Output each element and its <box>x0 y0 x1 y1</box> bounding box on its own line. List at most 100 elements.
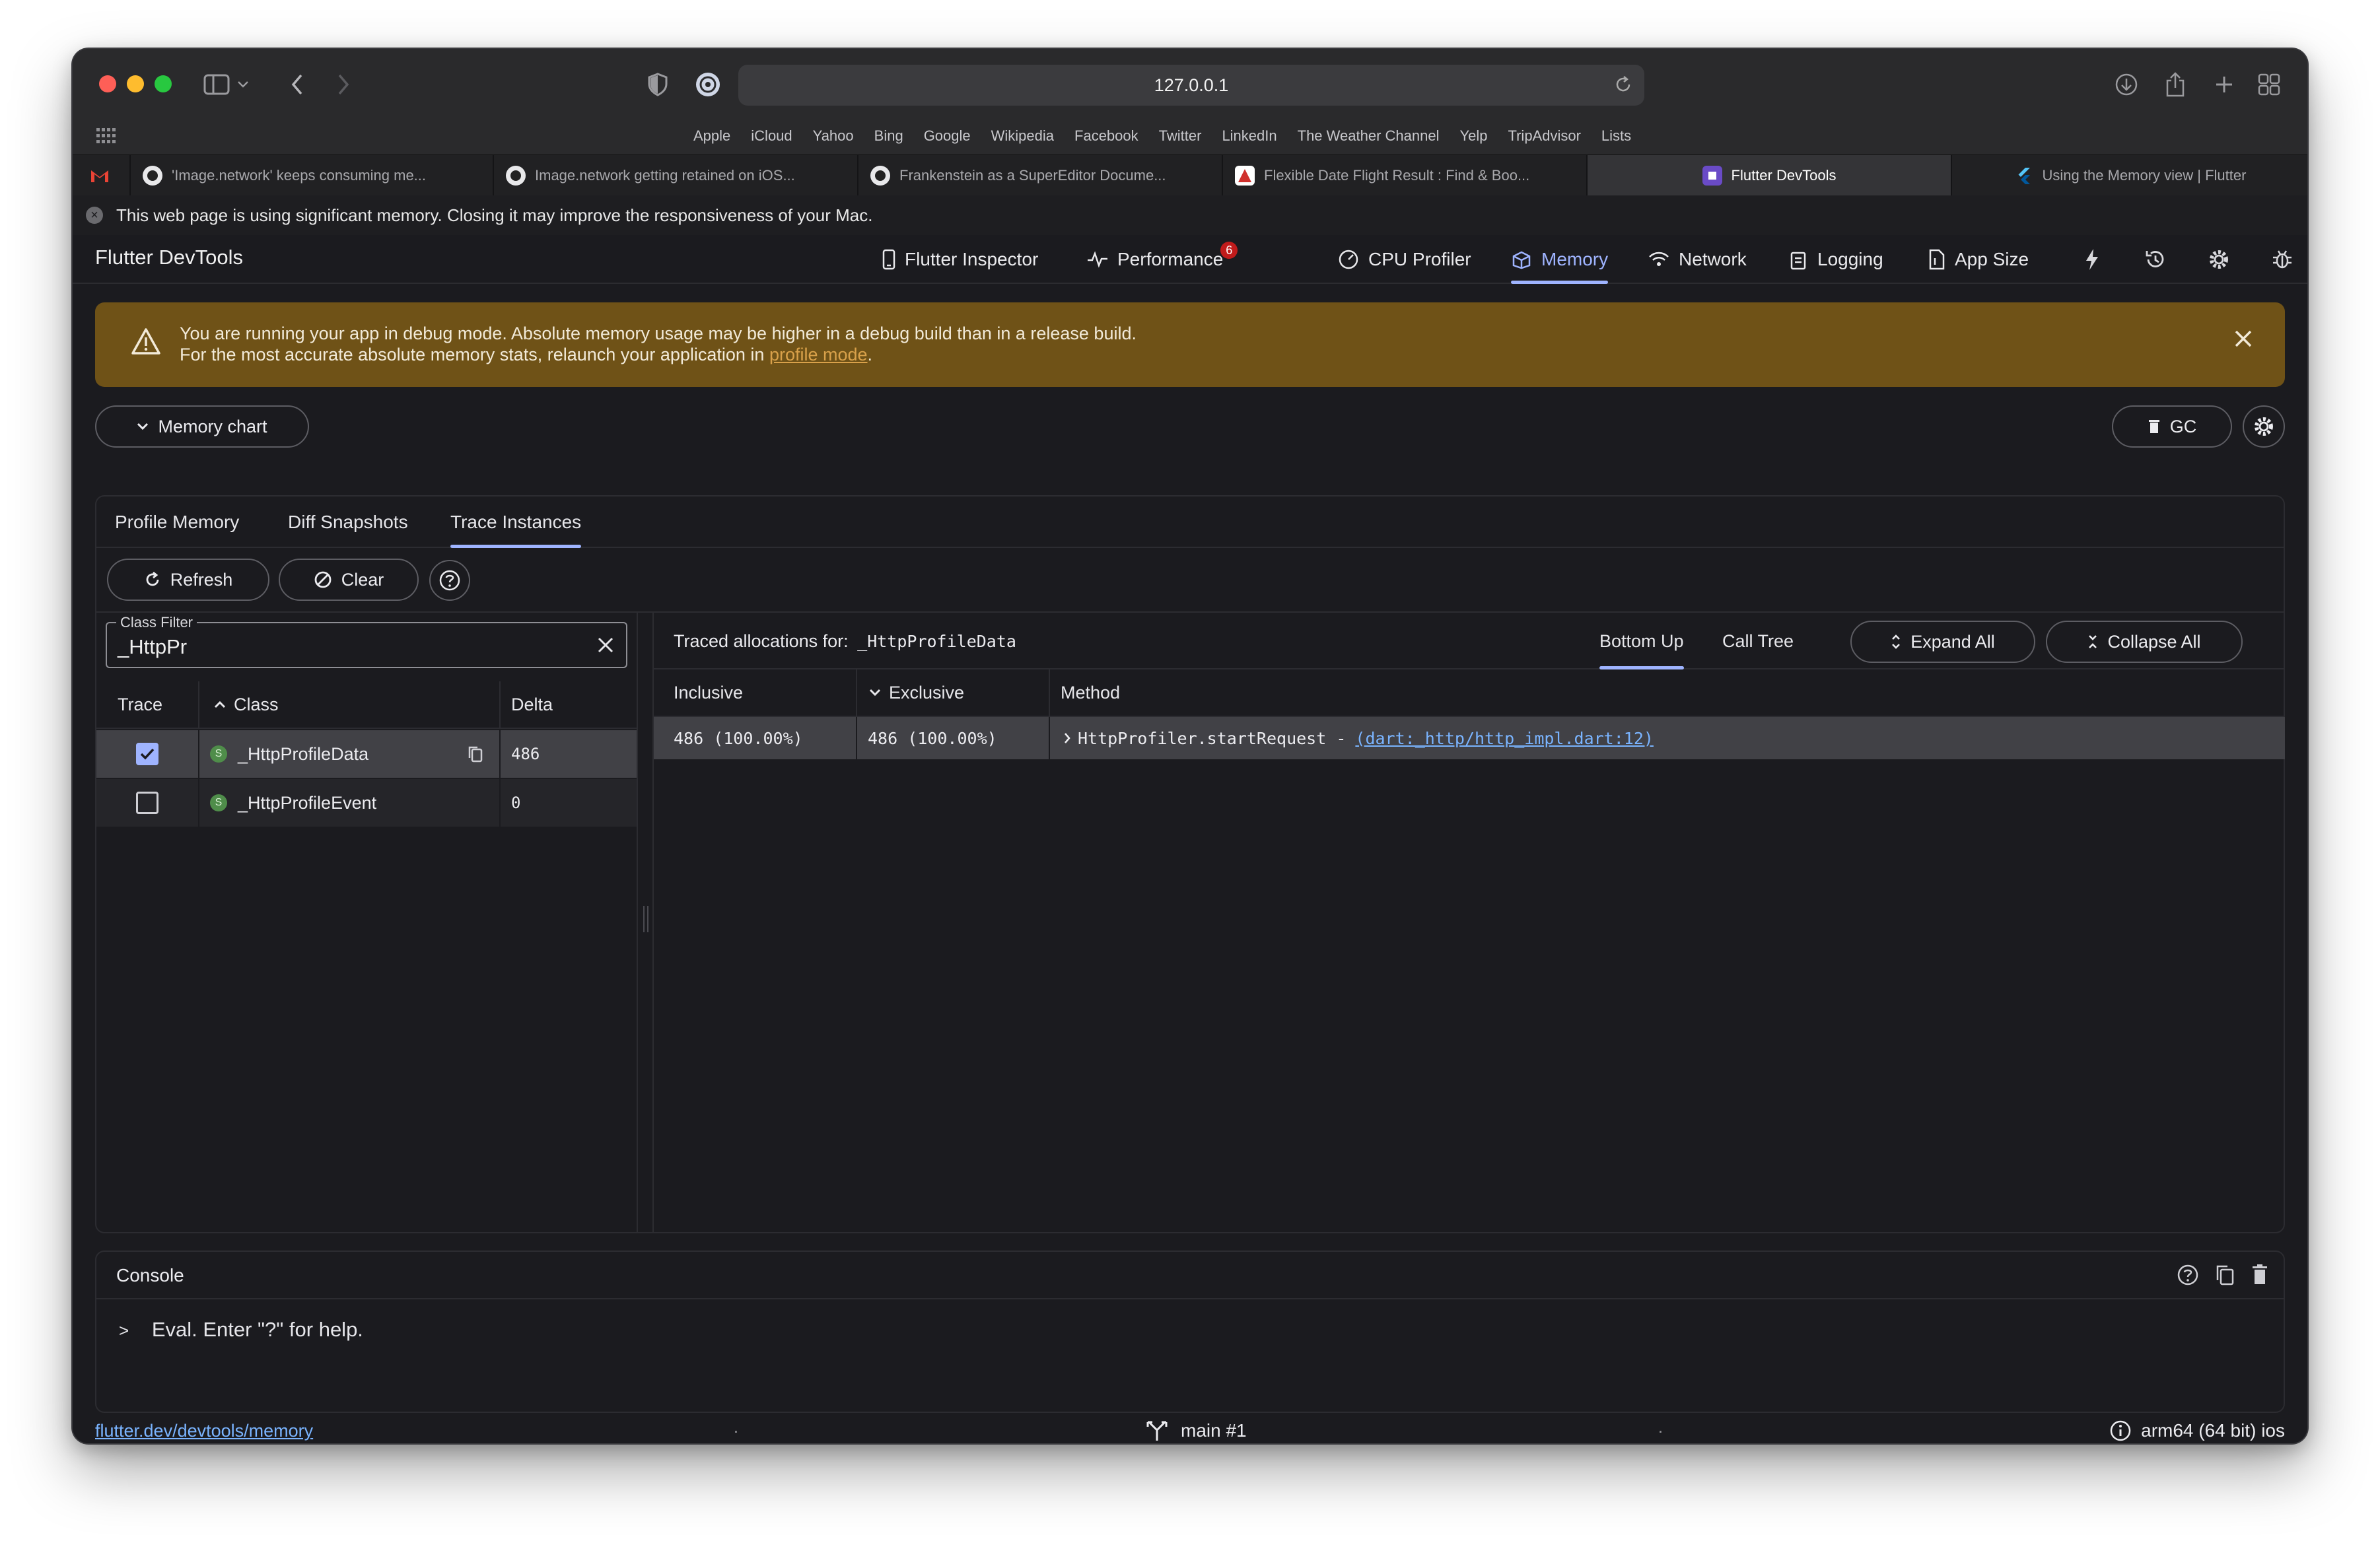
tab-network[interactable]: Network <box>1648 235 1747 284</box>
browser-tab[interactable]: Image.network getting retained on iOS... <box>494 155 858 196</box>
tab-memory[interactable]: Memory <box>1511 235 1609 284</box>
bookmark-link[interactable]: Yelp <box>1459 127 1487 145</box>
clear-button[interactable]: Clear <box>279 559 419 601</box>
header-delta[interactable]: Delta <box>501 681 635 728</box>
tab-bottom-up[interactable]: Bottom Up <box>1599 613 1684 669</box>
bookmark-link[interactable]: LinkedIn <box>1222 127 1277 145</box>
close-icon[interactable] <box>2233 329 2253 349</box>
gc-button[interactable]: GC <box>2112 405 2232 448</box>
tab-title: Flexible Date Flight Result : Find & Boo… <box>1264 167 1530 184</box>
bookmark-link[interactable]: Facebook <box>1074 127 1138 145</box>
header-method[interactable]: Method <box>1050 669 2284 716</box>
devtools-app: Flutter DevTools Flutter Inspector Perfo… <box>73 235 2307 1443</box>
forward-icon[interactable] <box>328 69 359 100</box>
rtab-label: Bottom Up <box>1599 631 1684 651</box>
header-trace[interactable]: Trace <box>96 681 199 728</box>
reload-icon[interactable] <box>1614 75 1632 94</box>
expand-all-button[interactable]: Expand All <box>1850 621 2035 663</box>
table-row[interactable]: S _HttpProfileData 486 <box>96 730 637 778</box>
browser-tab[interactable]: Using the Memory view | Flutter <box>1952 155 2307 196</box>
isolate-selector[interactable]: main #1 <box>1145 1420 1247 1442</box>
bookmark-link[interactable]: Apple <box>693 127 730 145</box>
header-class[interactable]: Class <box>199 681 501 728</box>
class-filter-input[interactable]: _HttpPr <box>118 635 187 659</box>
tab-logging[interactable]: Logging <box>1790 235 1883 284</box>
tab-profile-memory[interactable]: Profile Memory <box>115 497 239 548</box>
hot-restart-icon[interactable] <box>2140 244 2171 275</box>
docs-link[interactable]: flutter.dev/devtools/memory <box>95 1421 313 1441</box>
bookmark-list: Apple iCloud Yahoo Bing Google Wikipedia… <box>693 118 1631 154</box>
hot-reload-icon[interactable] <box>2076 244 2108 275</box>
trace-checkbox[interactable] <box>136 792 158 814</box>
tab-performance[interactable]: Performance 6 <box>1087 235 1238 284</box>
console-input[interactable]: Eval. Enter "?" for help. <box>152 1318 363 1341</box>
chevron-right-icon[interactable] <box>1063 732 1071 744</box>
tab-trace-instances[interactable]: Trace Instances <box>450 497 582 548</box>
close-window-button[interactable] <box>99 75 116 92</box>
zoom-window-button[interactable] <box>155 75 172 92</box>
extension-icon[interactable] <box>692 69 724 100</box>
pinned-tab-gmail[interactable] <box>73 155 131 196</box>
header-inclusive[interactable]: Inclusive <box>654 669 857 716</box>
close-icon[interactable]: × <box>86 207 103 224</box>
bookmark-link[interactable]: iCloud <box>751 127 792 145</box>
bookmark-link[interactable]: Google <box>924 127 971 145</box>
tab-flutter-inspector[interactable]: Flutter Inspector <box>882 235 1038 284</box>
chevron-down-icon[interactable] <box>235 69 251 100</box>
clear-filter-icon[interactable] <box>597 636 614 654</box>
browser-tab[interactable]: Frankenstein as a SuperEditor Docume... <box>858 155 1223 196</box>
share-icon[interactable] <box>2159 69 2191 100</box>
copy-icon[interactable] <box>2215 1264 2235 1286</box>
tab-title: Using the Memory view | Flutter <box>2042 167 2247 184</box>
table-row[interactable]: S _HttpProfileEvent 0 <box>96 779 637 827</box>
tab-overview-icon[interactable] <box>2253 69 2285 100</box>
tab-call-tree[interactable]: Call Tree <box>1722 613 1794 669</box>
class-filter-label: Class Filter <box>116 614 197 631</box>
bookmark-link[interactable]: Yahoo <box>813 127 854 145</box>
address-bar[interactable]: 127.0.0.1 <box>738 65 1644 106</box>
bookmark-link[interactable]: Bing <box>874 127 903 145</box>
bookmark-link[interactable]: Twitter <box>1159 127 1202 145</box>
phone-icon <box>882 249 895 270</box>
shield-icon[interactable] <box>642 69 674 100</box>
new-tab-icon[interactable] <box>2208 69 2240 100</box>
copy-icon[interactable] <box>468 745 483 763</box>
bookmark-link[interactable]: The Weather Channel <box>1298 127 1440 145</box>
browser-tab[interactable]: 'Image.network' keeps consuming me... <box>131 155 494 196</box>
tab-app-size[interactable]: App Size <box>1928 235 2029 284</box>
sidebar-icon[interactable] <box>201 69 232 100</box>
table-row[interactable]: 486 (100.00%) 486 (100.00%) HttpProfiler… <box>654 717 2285 759</box>
pane-splitter[interactable] <box>642 906 650 932</box>
collapse-all-button[interactable]: Collapse All <box>2046 621 2243 663</box>
settings-icon[interactable] <box>2203 244 2235 275</box>
help-icon[interactable] <box>2177 1264 2199 1286</box>
browser-tab-active[interactable]: Flutter DevTools <box>1588 155 1952 196</box>
browser-tab[interactable]: Flexible Date Flight Result : Find & Boo… <box>1223 155 1588 196</box>
expand-icon <box>1891 633 1901 650</box>
downloads-icon[interactable] <box>2111 69 2142 100</box>
profile-mode-link[interactable]: profile mode <box>769 345 868 364</box>
refresh-button[interactable]: Refresh <box>107 559 269 601</box>
memory-chart-toggle[interactable]: Memory chart <box>95 405 309 448</box>
trace-help-button[interactable] <box>429 560 470 601</box>
class-filter-field[interactable]: Class Filter _HttpPr <box>106 614 627 668</box>
debug-icon[interactable] <box>2266 244 2298 275</box>
sort-ascending-icon <box>214 700 226 709</box>
trash-icon[interactable] <box>2251 1264 2269 1286</box>
console-prompt[interactable]: > Eval. Enter "?" for help. <box>119 1318 363 1342</box>
back-icon[interactable] <box>281 69 313 100</box>
memory-settings-button[interactable] <box>2243 405 2285 448</box>
header-label: Exclusive <box>889 682 965 702</box>
tab-diff-snapshots[interactable]: Diff Snapshots <box>288 497 408 548</box>
bookmark-link[interactable]: TripAdvisor <box>1508 127 1580 145</box>
apps-grid-icon[interactable] <box>96 128 116 144</box>
source-link[interactable]: (dart:_http/http_impl.dart:12) <box>1355 729 1654 748</box>
minimize-window-button[interactable] <box>127 75 144 92</box>
trace-checkbox[interactable] <box>136 743 158 765</box>
bookmark-link[interactable]: Wikipedia <box>991 127 1054 145</box>
nav-label: Performance <box>1117 249 1224 269</box>
tab-cpu-profiler[interactable]: CPU Profiler <box>1338 235 1471 284</box>
bookmark-link[interactable]: Lists <box>1601 127 1631 145</box>
help-icon <box>438 569 461 592</box>
header-exclusive[interactable]: Exclusive <box>857 669 1050 716</box>
